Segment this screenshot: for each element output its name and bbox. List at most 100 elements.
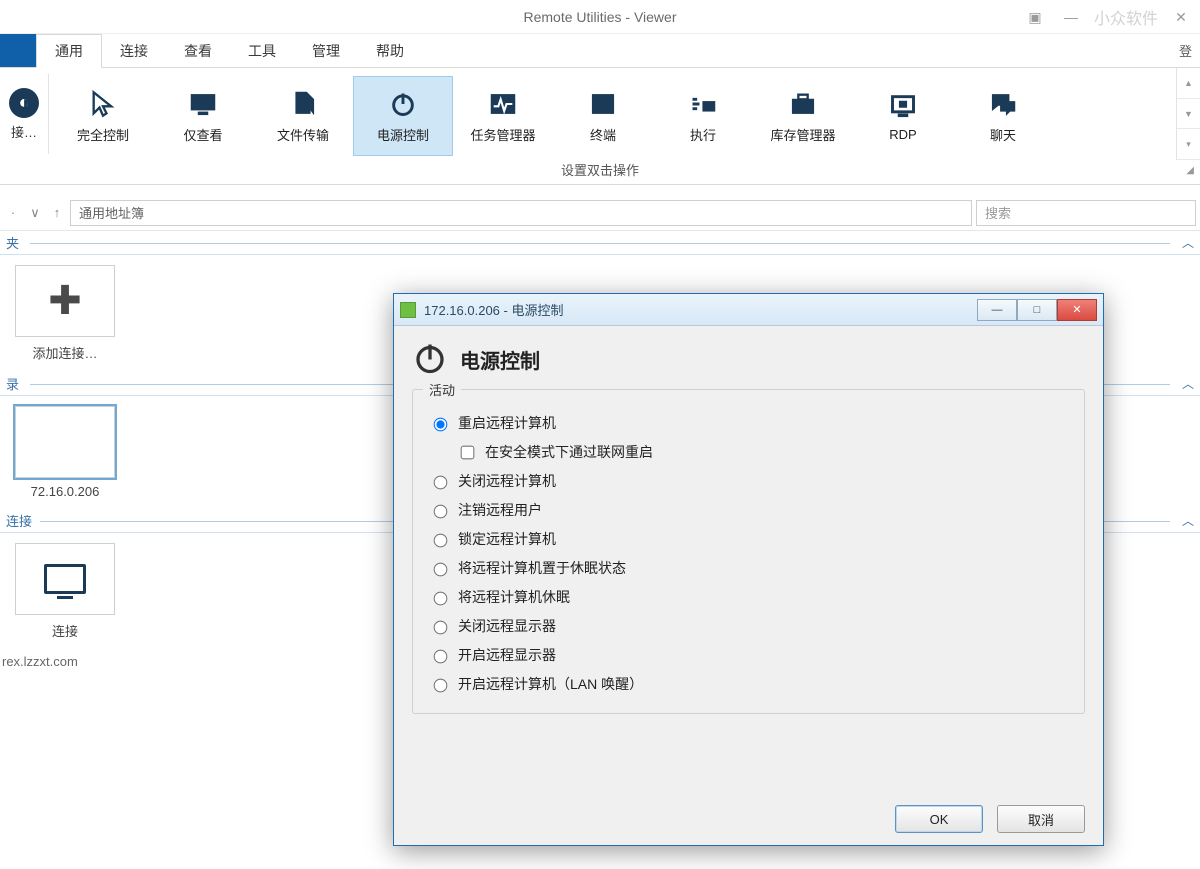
watermark-text: 小众软件 [1094, 5, 1158, 29]
option-monitor-on[interactable]: 开启远程显示器 [429, 645, 1068, 665]
option-safe-mode-label: 在安全模式下通过联网重启 [485, 442, 653, 462]
option-shutdown[interactable]: 关闭远程计算机 [429, 471, 1068, 491]
chevron-up-icon[interactable]: ︿ [1174, 375, 1194, 392]
ribbon-connect-button[interactable]: ◐ 接… [0, 68, 48, 160]
dialog-close-button[interactable]: ✕ [1057, 299, 1097, 321]
option-sleep[interactable]: 将远程计算机置于休眠状态 [429, 558, 1068, 578]
menu-bar: 通用 连接 查看 工具 管理 帮助 登 [0, 34, 1200, 68]
ribbon-rdp[interactable]: RDP [853, 76, 953, 156]
ribbon-scroll-down-icon[interactable]: ▼ [1177, 99, 1200, 130]
ok-button[interactable]: OK [895, 805, 983, 833]
briefcase-icon [786, 89, 820, 119]
ribbon-chat[interactable]: 聊天 [953, 76, 1053, 156]
option-logoff[interactable]: 注销远程用户 [429, 500, 1068, 520]
dialog-app-icon [400, 302, 416, 318]
dialog-min-button[interactable]: — [977, 299, 1017, 321]
radio-hibernate[interactable] [434, 592, 448, 606]
radio-lock[interactable] [434, 534, 448, 548]
nav-back-icon[interactable]: · [4, 205, 22, 220]
tile-local[interactable]: 连接 [10, 543, 120, 640]
menu-tools[interactable]: 工具 [230, 34, 294, 67]
ribbon: ◐ 接… 完全控制 仅查看 文件传输 电源控制 任务管理器 [0, 68, 1200, 185]
cursor-icon [86, 89, 120, 119]
option-hibernate[interactable]: 将远程计算机休眠 [429, 587, 1068, 607]
menu-view[interactable]: 查看 [166, 34, 230, 67]
menu-login[interactable]: 登 [1179, 34, 1200, 67]
ribbon-file-transfer-label: 文件传输 [277, 125, 329, 144]
breadcrumb-text: 通用地址簿 [79, 203, 144, 222]
menu-file[interactable] [0, 34, 36, 67]
titlebar-restore-icon[interactable]: ▣ [1022, 7, 1048, 27]
ribbon-power-control[interactable]: 电源控制 [353, 76, 453, 156]
ribbon-power-control-label: 电源控制 [377, 125, 429, 144]
radio-logoff[interactable] [434, 505, 448, 519]
nav-down-icon[interactable]: ∨ [26, 205, 44, 221]
ribbon-scroll[interactable]: ▲ ▼ ▾ [1176, 68, 1200, 160]
option-wol-label: 开启远程计算机（LAN 唤醒） [458, 674, 643, 694]
ribbon-file-transfer[interactable]: 文件传输 [253, 76, 353, 156]
ribbon-launcher-icon[interactable]: ◢ [1186, 160, 1194, 182]
option-sleep-label: 将远程计算机置于休眠状态 [458, 558, 626, 578]
radio-wol[interactable] [434, 679, 448, 693]
ribbon-terminal[interactable]: C:\ 终端 [553, 76, 653, 156]
radio-monitor-on[interactable] [434, 650, 448, 664]
ribbon-inventory-label: 库存管理器 [770, 125, 835, 144]
titlebar-close-icon[interactable]: ✕ [1168, 7, 1194, 27]
dialog-options-group: 活动 重启远程计算机 在安全模式下通过联网重启 关闭远程计算机 注销远程用户 锁… [412, 389, 1085, 714]
tile-add-connection[interactable]: ✚ 添加连接… [10, 265, 120, 362]
option-monitor-off-label: 关闭远程显示器 [458, 616, 556, 636]
option-monitor-off[interactable]: 关闭远程显示器 [429, 616, 1068, 636]
menu-manage[interactable]: 管理 [294, 34, 358, 67]
monitor-icon [44, 564, 86, 594]
menu-connect[interactable]: 连接 [102, 34, 166, 67]
option-safe-mode[interactable]: 在安全模式下通过联网重启 [457, 442, 1068, 462]
dialog-title: 172.16.0.206 - 电源控制 [424, 300, 563, 319]
chevron-up-icon[interactable]: ︿ [1174, 234, 1194, 251]
option-hibernate-label: 将远程计算机休眠 [458, 587, 570, 607]
option-wol[interactable]: 开启远程计算机（LAN 唤醒） [429, 674, 1068, 694]
connect-icon: ◐ [9, 88, 39, 118]
search-input[interactable]: 搜索 [976, 200, 1196, 226]
ribbon-connect-label: 接… [11, 122, 37, 141]
ribbon-task-manager[interactable]: 任务管理器 [453, 76, 553, 156]
ribbon-scroll-up-icon[interactable]: ▲ [1177, 68, 1200, 99]
dialog-titlebar[interactable]: 172.16.0.206 - 电源控制 — □ ✕ [394, 294, 1103, 326]
tile-host[interactable]: 72.16.0.206 [10, 406, 120, 499]
option-lock[interactable]: 锁定远程计算机 [429, 529, 1068, 549]
ribbon-chat-label: 聊天 [990, 125, 1016, 144]
checkbox-safe-mode[interactable] [461, 445, 475, 459]
app-titlebar: Remote Utilities - Viewer ▣ — 小众软件 ✕ [0, 0, 1200, 34]
nav-up-icon[interactable]: ↑ [48, 205, 66, 220]
radio-monitor-off[interactable] [434, 621, 448, 635]
panel-folder-header[interactable]: 夹 ︿ [0, 231, 1200, 255]
ribbon-execute[interactable]: 执行 [653, 76, 753, 156]
ribbon-view-only-label: 仅查看 [183, 125, 222, 144]
ribbon-view-only[interactable]: 仅查看 [153, 76, 253, 156]
ribbon-inventory[interactable]: 库存管理器 [753, 76, 853, 156]
breadcrumb-input[interactable]: 通用地址簿 [70, 200, 972, 226]
radio-sleep[interactable] [434, 563, 448, 577]
titlebar-min-icon[interactable]: — [1058, 7, 1084, 27]
ribbon-full-control-label: 完全控制 [77, 125, 129, 144]
panel-folder-label: 夹 [6, 233, 27, 252]
ribbon-terminal-label: 终端 [590, 125, 616, 144]
chevron-up-icon[interactable]: ︿ [1174, 512, 1194, 529]
run-icon [686, 89, 720, 119]
option-restart[interactable]: 重启远程计算机 [429, 413, 1068, 433]
power-dialog: 172.16.0.206 - 电源控制 — □ ✕ 电源控制 活动 重启远程计算… [393, 293, 1104, 846]
option-restart-label: 重启远程计算机 [458, 413, 556, 433]
cancel-button[interactable]: 取消 [997, 805, 1085, 833]
radio-shutdown[interactable] [434, 476, 448, 490]
radio-restart[interactable] [434, 418, 448, 432]
ribbon-full-control[interactable]: 完全控制 [53, 76, 153, 156]
search-placeholder: 搜索 [985, 203, 1011, 222]
option-logoff-label: 注销远程用户 [458, 500, 542, 520]
ribbon-scroll-more-icon[interactable]: ▾ [1177, 129, 1200, 160]
files-icon [286, 89, 320, 119]
app-title: Remote Utilities - Viewer [523, 9, 676, 25]
chat-icon [986, 89, 1020, 119]
menu-help[interactable]: 帮助 [358, 34, 422, 67]
menu-general[interactable]: 通用 [36, 34, 102, 68]
dialog-max-button[interactable]: □ [1017, 299, 1057, 321]
dialog-group-legend: 活动 [423, 380, 461, 399]
